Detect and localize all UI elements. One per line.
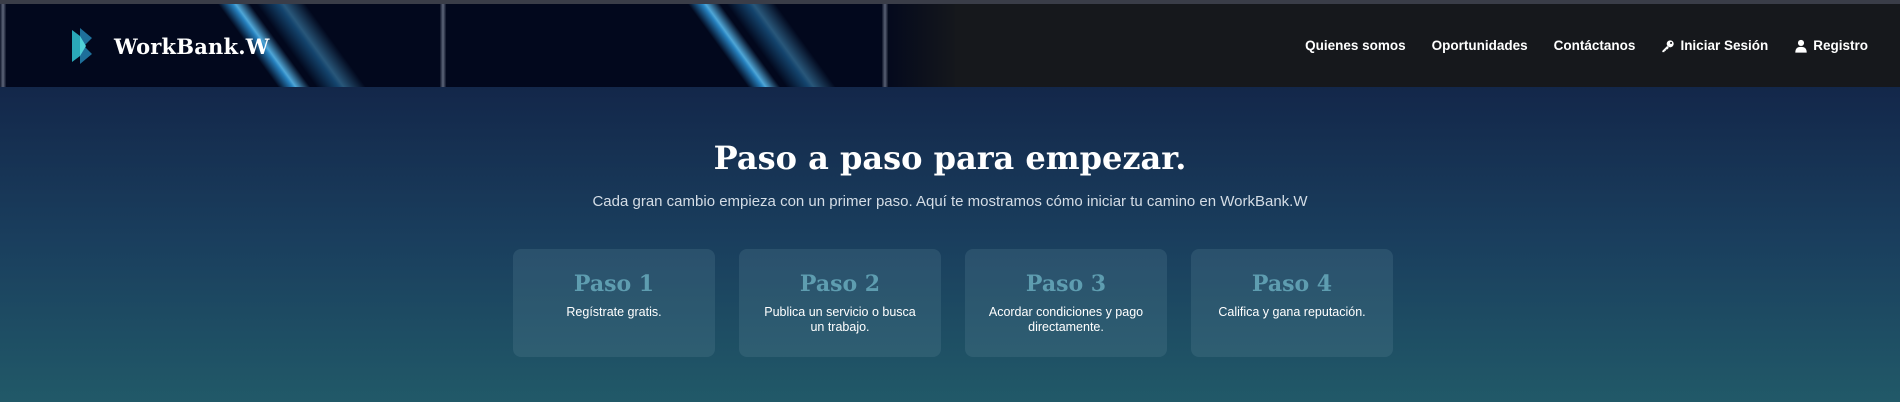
workbank-logo-icon [72,28,92,64]
user-icon [1795,39,1807,53]
key-icon [1662,39,1675,52]
step-description: Acordar condiciones y pago directamente. [988,305,1144,334]
nav-label: Quienes somos [1305,38,1406,53]
brand-name: WorkBank.W [114,33,270,59]
nav-iniciar-sesion[interactable]: Iniciar Sesión [1661,38,1768,53]
section-subtitle: Cada gran cambio empieza con un primer p… [592,193,1308,210]
steps-section: Paso a paso para empezar. Cada gran camb… [0,87,1900,402]
nav-oportunidades[interactable]: Oportunidades [1432,38,1528,53]
step-title: Paso 1 [573,271,655,297]
step-description: Califica y gana reputación. [1218,305,1366,319]
nav-contactanos[interactable]: Contáctanos [1554,38,1636,53]
step-card-4: Paso 4 Califica y gana reputación. [1191,249,1393,357]
step-card-2: Paso 2 Publica un servicio o busca un tr… [739,249,941,357]
section-title: Paso a paso para empezar. [713,139,1187,177]
nav-registro[interactable]: Registro [1794,38,1868,53]
step-description: Regístrate gratis. [566,305,662,319]
nav-quienes-somos[interactable]: Quienes somos [1305,38,1406,53]
nav-label: Oportunidades [1431,38,1528,53]
step-title: Paso 4 [1251,271,1333,297]
step-description: Publica un servicio o busca un trabajo. [764,305,916,334]
step-title: Paso 3 [1025,271,1107,297]
steps-list: Paso 1 Regístrate gratis. Paso 2 Publica… [513,249,1393,357]
top-border [0,0,1900,4]
site-header: WorkBank.W Quienes somos Oportunidades C… [0,4,1900,87]
step-card-3: Paso 3 Acordar condiciones y pago direct… [965,249,1167,357]
step-card-1: Paso 1 Regístrate gratis. [513,249,715,357]
nav-label: Iniciar Sesión [1680,38,1769,53]
step-title: Paso 2 [799,271,881,297]
nav-label: Contáctanos [1553,38,1636,53]
nav-label: Registro [1813,38,1868,53]
main-nav: Quienes somos Oportunidades Contáctanos … [1305,4,1868,87]
brand-logo[interactable]: WorkBank.W [70,26,270,66]
